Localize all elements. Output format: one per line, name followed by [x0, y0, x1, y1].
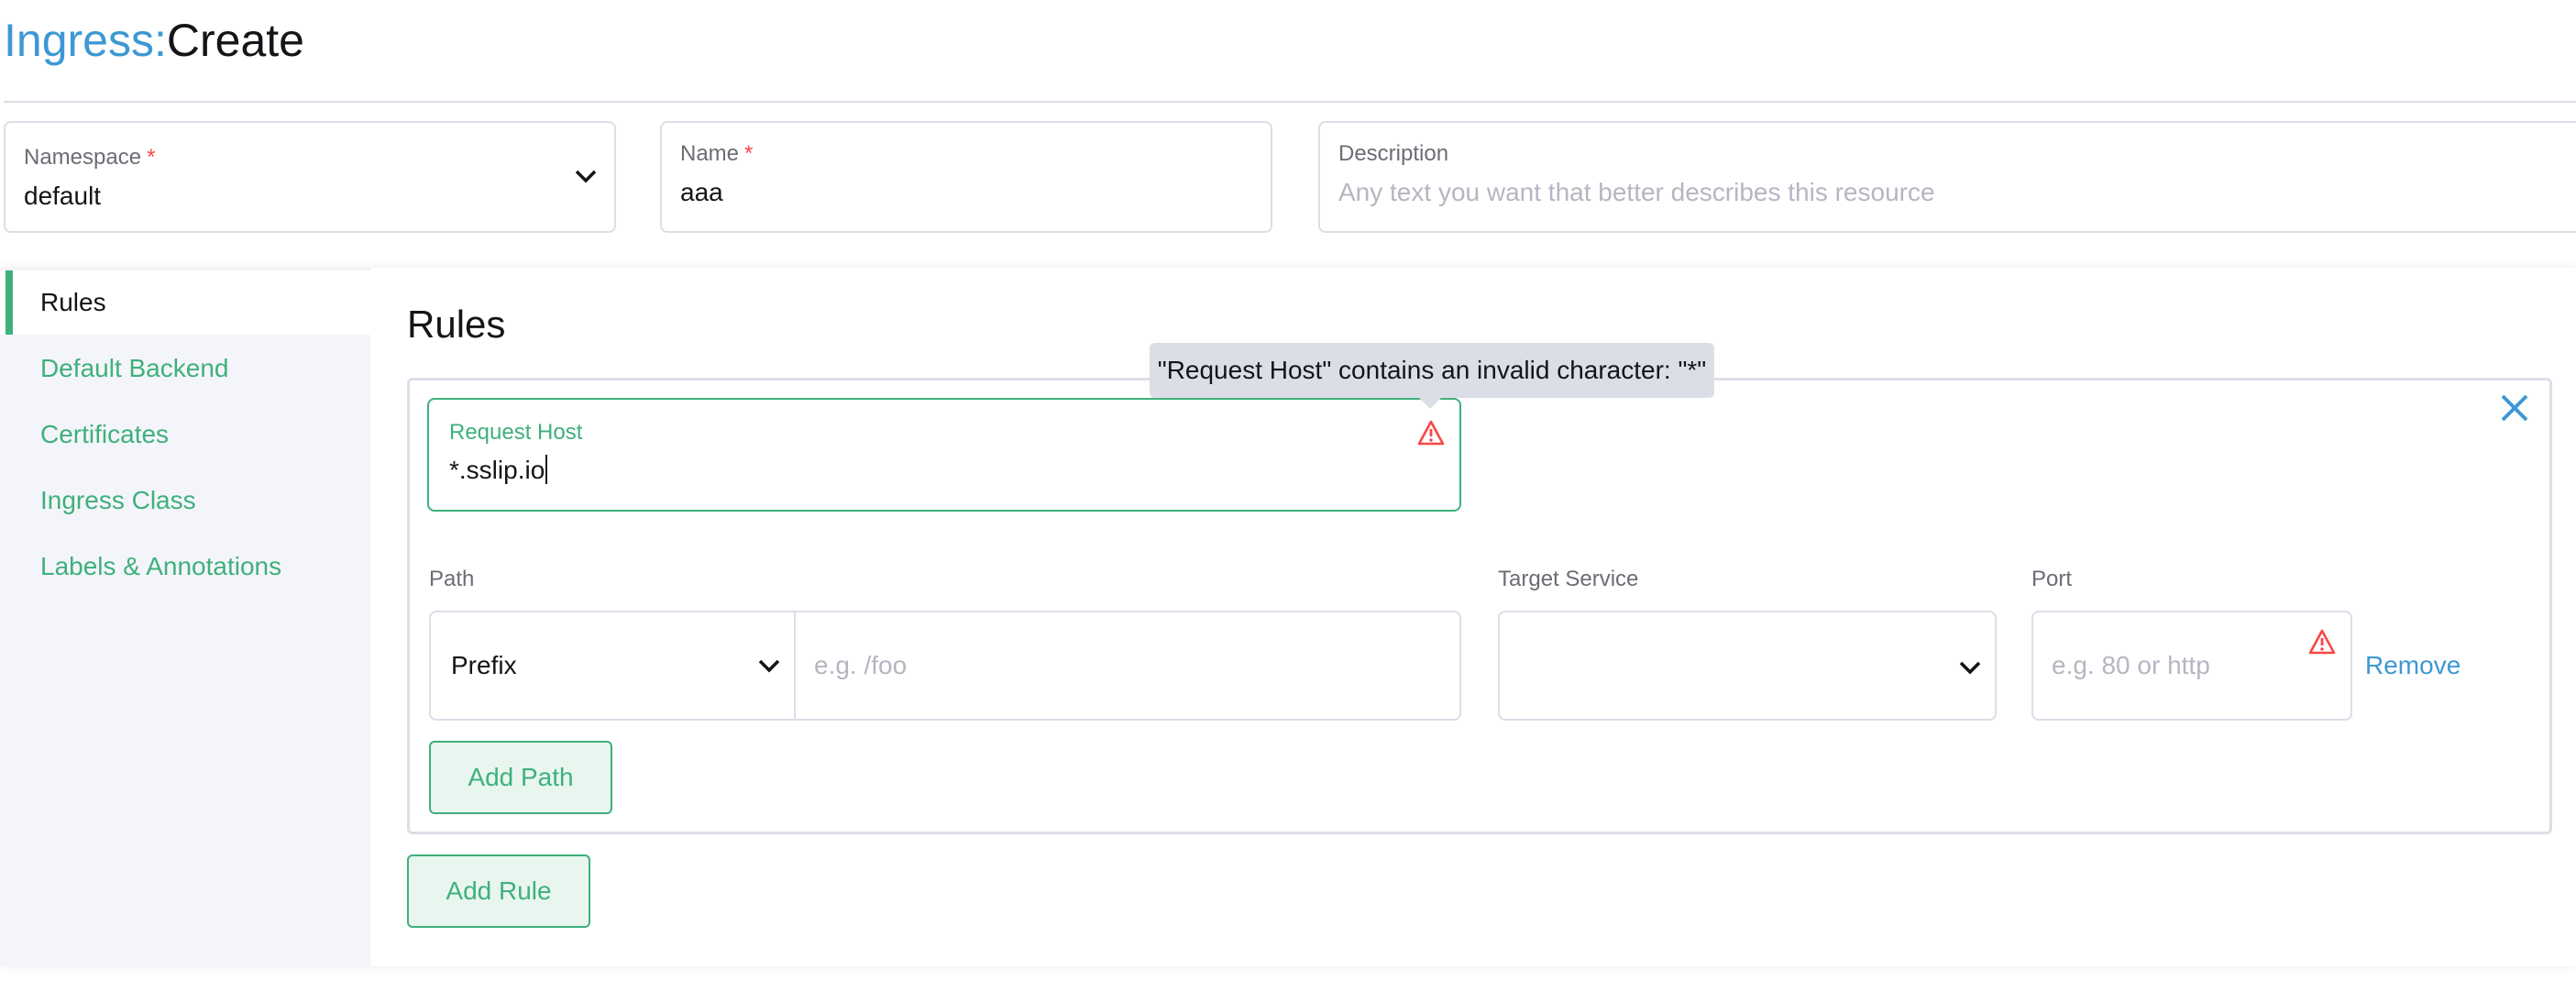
path-placeholder: e.g. /foo	[814, 651, 908, 679]
port-label: Port	[2031, 567, 2073, 591]
page-title: Ingress:Create	[4, 13, 304, 68]
close-icon[interactable]	[2499, 392, 2530, 424]
request-host-input[interactable]	[427, 398, 1461, 512]
path-type-value: Prefix	[451, 651, 517, 679]
remove-path-button[interactable]: Remove	[2365, 651, 2460, 680]
chevron-down-icon	[758, 659, 780, 673]
description-label: Description	[1338, 141, 1449, 166]
add-rule-button[interactable]: Add Rule	[407, 854, 590, 928]
warning-icon[interactable]	[2308, 629, 2336, 655]
request-host-label: Request Host	[449, 420, 583, 445]
chevron-down-icon	[1959, 661, 1981, 675]
page-action: Create	[166, 15, 304, 66]
rules-heading: Rules	[407, 303, 506, 346]
sidebar-item-default-backend[interactable]: Default Backend	[40, 354, 228, 383]
sidebar-item-rules[interactable]: Rules	[40, 288, 106, 317]
chevron-down-icon	[575, 170, 597, 183]
name-value: aaa	[680, 178, 723, 206]
sidebar-item-labels-annotations[interactable]: Labels & Annotations	[40, 552, 281, 581]
target-service-select[interactable]	[1498, 611, 1997, 721]
port-placeholder: e.g. 80 or http	[2052, 651, 2210, 679]
path-label: Path	[429, 567, 475, 591]
nav-active-indicator	[6, 270, 13, 335]
warning-icon[interactable]	[1417, 420, 1445, 446]
tooltip-arrow	[1419, 398, 1441, 409]
name-label: Name *	[680, 141, 754, 166]
breadcrumb-separator: :	[153, 15, 167, 66]
namespace-select[interactable]: Namespace * default	[4, 121, 616, 233]
sidebar-item-certificates[interactable]: Certificates	[40, 420, 169, 449]
description-field[interactable]: Description Any text you want that bette…	[1318, 121, 2576, 233]
breadcrumb-ingress[interactable]: Ingress	[4, 15, 154, 66]
text-caret	[545, 455, 548, 484]
namespace-label: Namespace *	[24, 145, 156, 170]
add-path-button[interactable]: Add Path	[429, 741, 612, 814]
validation-tooltip: "Request Host" contains an invalid chara…	[1150, 343, 1714, 398]
name-field[interactable]: Name * aaa	[660, 121, 1272, 233]
target-service-label: Target Service	[1498, 567, 1639, 591]
sidebar-item-ingress-class[interactable]: Ingress Class	[40, 486, 196, 515]
title-divider	[4, 101, 2576, 103]
namespace-value: default	[24, 182, 102, 210]
description-placeholder: Any text you want that better describes …	[1338, 178, 1935, 206]
request-host-value: *.sslip.io	[449, 455, 548, 485]
